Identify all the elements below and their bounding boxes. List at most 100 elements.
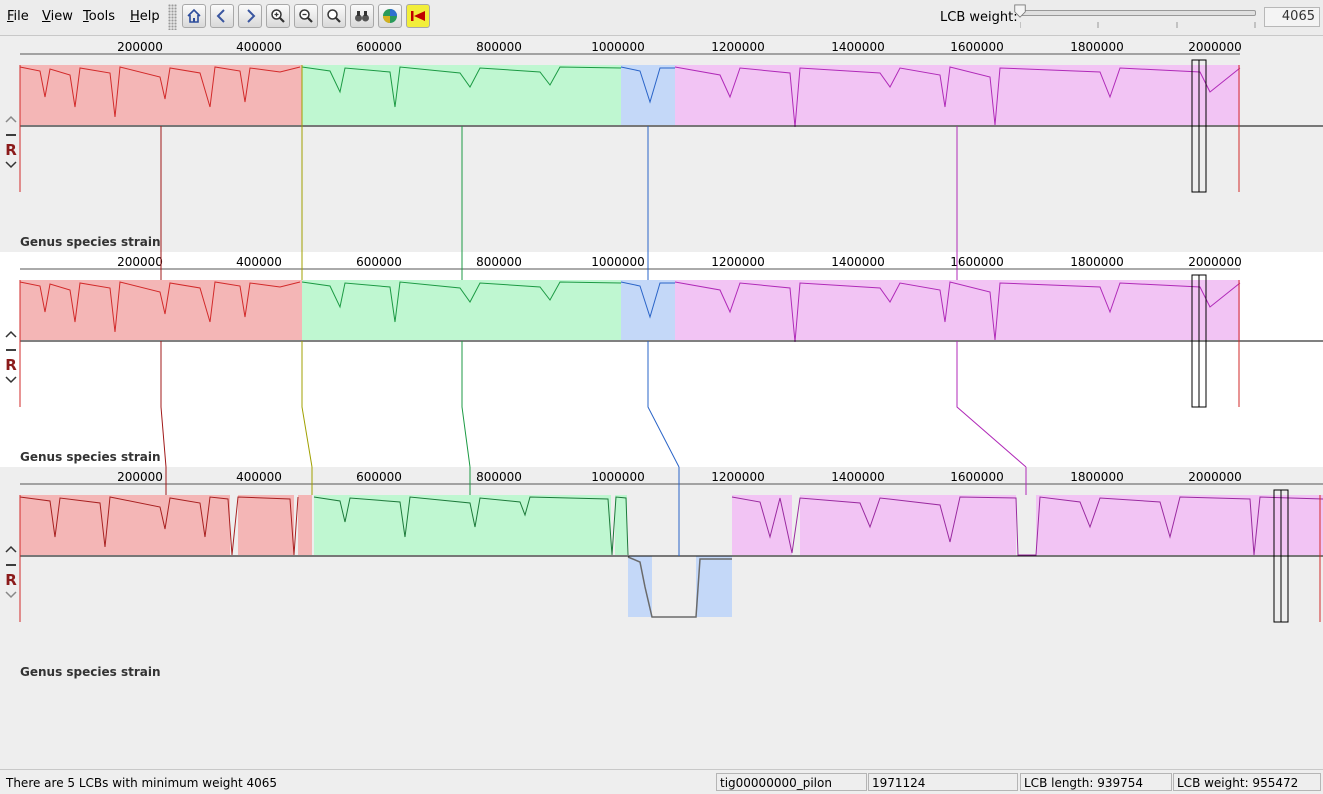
menu-file[interactable]: File: [7, 9, 29, 24]
zoom-in-icon: [271, 9, 285, 23]
tick-label: 400000: [236, 470, 282, 484]
tick-label: 1200000: [711, 470, 764, 484]
tick-label: 1000000: [591, 40, 644, 54]
lcb-weight-value[interactable]: 4065: [1264, 7, 1320, 27]
tick-label: 1000000: [591, 255, 644, 269]
minus-icon[interactable]: [3, 347, 19, 353]
chevron-up-icon[interactable]: [3, 544, 19, 554]
lcb-block-magenta[interactable]: [675, 65, 1240, 125]
zoom-out-button[interactable]: [294, 4, 318, 28]
next-button[interactable]: [238, 4, 262, 28]
lcb-block-red[interactable]: [20, 65, 302, 125]
tick-label: 800000: [476, 255, 522, 269]
lcb-weight-label: LCB weight:: [940, 10, 1018, 25]
tick-label: 1000000: [591, 470, 644, 484]
reverse-toggle[interactable]: R: [3, 356, 19, 374]
tick-label: 1200000: [711, 40, 764, 54]
slider-thumb[interactable]: [1013, 4, 1027, 18]
genome-panel-3[interactable]: 200000 400000 600000 800000 1000000 1200…: [0, 467, 1323, 682]
chevron-up-icon[interactable]: [3, 329, 19, 339]
zoom-reset-button[interactable]: [322, 4, 346, 28]
tick-label: 1600000: [950, 40, 1003, 54]
menu-view[interactable]: View: [42, 9, 73, 24]
tick-label: 1800000: [1070, 470, 1123, 484]
tick-label: 400000: [236, 40, 282, 54]
menu-help[interactable]: Help: [130, 9, 160, 24]
lcb-block-blue[interactable]: [696, 556, 732, 617]
genome-name: Genus species strain: [20, 235, 161, 249]
status-contig: tig00000000_pilon: [716, 773, 867, 791]
status-lcb-weight: LCB weight: 955472: [1173, 773, 1321, 791]
home-icon: [187, 8, 201, 23]
genome-track-2: 200000 400000 600000 800000 1000000 1200…: [0, 252, 1323, 467]
chevron-down-icon[interactable]: [3, 590, 19, 600]
side-controls-3: R: [3, 543, 19, 603]
tick-label: 2000000: [1188, 40, 1241, 54]
tick-label: 200000: [117, 40, 163, 54]
toolbar: File View Tools Help LCB weight: 4065: [0, 0, 1323, 36]
side-controls-2: R: [3, 328, 19, 388]
prev-icon: [216, 9, 225, 23]
lcb-block-magenta[interactable]: [800, 495, 1016, 555]
tick-label: 1400000: [831, 470, 884, 484]
find-button[interactable]: [350, 4, 374, 28]
tick-label: 1400000: [831, 40, 884, 54]
tick-label: 1800000: [1070, 40, 1123, 54]
zoom-in-button[interactable]: [266, 4, 290, 28]
reverse-toggle[interactable]: R: [3, 141, 19, 159]
genome-track-1: 200000 400000 600000 800000 1000000 1200…: [0, 37, 1323, 252]
lcb-block-red[interactable]: [238, 495, 294, 555]
chevron-up-icon[interactable]: [3, 114, 19, 124]
lcb-weight-slider[interactable]: [1018, 10, 1256, 16]
zoom-out-icon: [299, 9, 313, 23]
genome-name: Genus species strain: [20, 665, 161, 679]
genome-panel-1[interactable]: 200000 400000 600000 800000 1000000 1200…: [0, 37, 1323, 252]
lcb-block-magenta[interactable]: [675, 280, 1240, 340]
tick-label: 1200000: [711, 255, 764, 269]
back-arrow-icon: [411, 11, 425, 21]
lcb-block-magenta[interactable]: [732, 495, 792, 555]
status-lcb-length: LCB length: 939754: [1020, 773, 1172, 791]
color-button[interactable]: [378, 4, 402, 28]
genome-name: Genus species strain: [20, 450, 161, 464]
tick-label: 1800000: [1070, 255, 1123, 269]
lcb-block-red[interactable]: [298, 495, 312, 555]
chevron-down-icon[interactable]: [3, 375, 19, 385]
lcb-block-green[interactable]: [615, 495, 627, 555]
binoculars-icon: [355, 11, 369, 22]
tick-label: 600000: [356, 255, 402, 269]
genome-panel-2[interactable]: 200000 400000 600000 800000 1000000 1200…: [0, 252, 1323, 467]
side-controls-1: R: [3, 113, 19, 173]
tick-label: 200000: [117, 470, 163, 484]
back-button[interactable]: [406, 4, 430, 28]
genome-track-3: 200000 400000 600000 800000 1000000 1200…: [0, 467, 1323, 682]
tick-label: 800000: [476, 470, 522, 484]
tick-label: 600000: [356, 470, 402, 484]
tick-label: 2000000: [1188, 255, 1241, 269]
lcb-block-green[interactable]: [314, 495, 611, 555]
status-position: 1971124: [868, 773, 1018, 791]
lcb-block-magenta[interactable]: [1036, 495, 1323, 555]
tick-label: 2000000: [1188, 470, 1241, 484]
reverse-toggle[interactable]: R: [3, 571, 19, 589]
tick-label: 1600000: [950, 255, 1003, 269]
chevron-down-icon[interactable]: [3, 160, 19, 170]
toolbar-grip[interactable]: [168, 4, 177, 30]
lcb-block-red[interactable]: [20, 280, 302, 340]
lcb-block-green[interactable]: [302, 280, 621, 340]
menu-tools[interactable]: Tools: [83, 9, 115, 24]
tick-label: 600000: [356, 40, 402, 54]
tick-label: 1600000: [950, 470, 1003, 484]
tick-label: 200000: [117, 255, 163, 269]
color-wheel-icon: [383, 9, 397, 23]
home-button[interactable]: [182, 4, 206, 28]
next-icon: [247, 9, 256, 23]
slider-ticks: [1020, 22, 1256, 28]
lcb-block-red[interactable]: [20, 495, 230, 555]
minus-icon[interactable]: [3, 562, 19, 568]
minus-icon[interactable]: [3, 132, 19, 138]
lcb-block-green[interactable]: [302, 65, 621, 125]
tick-label: 1400000: [831, 255, 884, 269]
prev-button[interactable]: [210, 4, 234, 28]
status-message: There are 5 LCBs with minimum weight 406…: [2, 773, 714, 791]
